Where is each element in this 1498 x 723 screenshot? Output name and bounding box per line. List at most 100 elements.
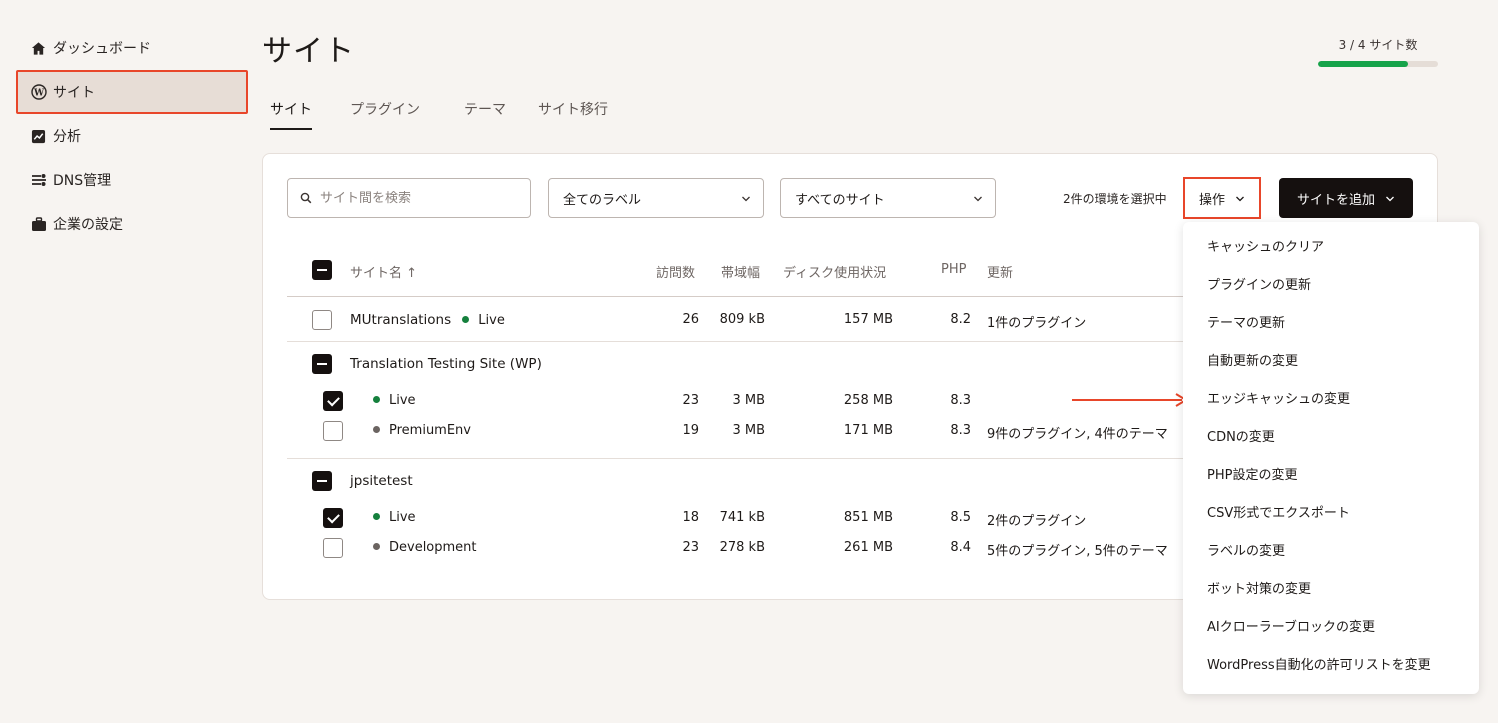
sidebar-item-label: サイト <box>53 85 95 101</box>
operations-menu: キャッシュのクリア プラグインの更新 テーマの更新 自動更新の変更 エッジキャッ… <box>1183 222 1479 694</box>
env-status-dot <box>373 426 380 433</box>
menu-item-change-cdn[interactable]: CDNの変更 <box>1183 419 1479 457</box>
disk-cell: 258 MB <box>843 393 893 408</box>
site-name[interactable]: Translation Testing Site (WP) <box>350 356 542 372</box>
php-cell: 8.2 <box>950 312 971 327</box>
visits-cell: 19 <box>682 423 699 438</box>
row-checkbox[interactable] <box>323 421 343 441</box>
wordpress-icon: W <box>30 84 47 101</box>
sidebar-item-label: 企業の設定 <box>53 217 123 233</box>
site-name[interactable]: jpsitetest <box>350 473 413 489</box>
menu-item-change-ai-crawler-block[interactable]: AIクローラーブロックの変更 <box>1183 609 1479 647</box>
updates-cell: 1件のプラグイン <box>987 316 1087 331</box>
select-all-checkbox[interactable] <box>312 260 332 280</box>
group-checkbox[interactable] <box>312 471 332 491</box>
sidebar: ダッシュボード W サイト 分析 DNS管理 企業の設定 <box>16 26 248 246</box>
tab-plugins[interactable]: プラグイン <box>350 98 420 130</box>
disk-cell: 157 MB <box>843 312 893 327</box>
menu-item-change-edge-cache[interactable]: エッジキャッシュの変更 <box>1183 381 1479 419</box>
disk-cell: 851 MB <box>843 510 893 525</box>
row-checkbox[interactable] <box>312 310 332 330</box>
search-box[interactable] <box>287 178 531 218</box>
add-site-button[interactable]: サイトを追加 <box>1279 178 1413 218</box>
row-checkbox[interactable] <box>323 538 343 558</box>
live-status-dot <box>373 513 380 520</box>
column-disk-usage[interactable]: ディスク使用状況 <box>783 262 886 281</box>
tab-themes[interactable]: テーマ <box>464 98 506 130</box>
disk-cell: 261 MB <box>843 540 893 555</box>
svg-text:W: W <box>32 89 44 99</box>
sidebar-item-dashboard[interactable]: ダッシュボード <box>16 26 248 70</box>
menu-item-change-labels[interactable]: ラベルの変更 <box>1183 533 1479 571</box>
labels-filter-select[interactable]: 全てのラベル <box>548 178 764 218</box>
group-checkbox[interactable] <box>312 354 332 374</box>
column-bandwidth[interactable]: 帯域幅 <box>721 262 760 281</box>
env-name-cell: Live <box>373 393 416 408</box>
column-updates[interactable]: 更新 <box>987 262 1013 281</box>
search-icon <box>300 189 312 208</box>
php-cell: 8.3 <box>950 423 971 438</box>
visits-cell: 23 <box>682 393 699 408</box>
visits-cell: 23 <box>682 540 699 555</box>
tab-site-migration[interactable]: サイト移行 <box>538 98 608 130</box>
env-status-dot <box>373 543 380 550</box>
search-input[interactable] <box>320 190 520 206</box>
updates-cell: 2件のプラグイン <box>987 514 1087 529</box>
sidebar-item-analytics[interactable]: 分析 <box>16 114 248 158</box>
updates-cell: 5件のプラグイン, 5件のテーマ <box>987 544 1168 559</box>
chevron-down-icon <box>741 191 751 206</box>
sidebar-item-label: DNS管理 <box>53 173 112 189</box>
row-checkbox[interactable] <box>323 508 343 528</box>
chevron-down-icon <box>973 191 983 206</box>
operations-button[interactable]: 操作 <box>1183 177 1261 219</box>
site-quota-label: 3 / 4 サイト数 <box>1338 38 1418 52</box>
visits-cell: 18 <box>682 510 699 525</box>
dns-icon <box>30 172 47 189</box>
sidebar-item-label: 分析 <box>53 129 81 145</box>
row-checkbox[interactable] <box>323 391 343 411</box>
menu-item-update-plugins[interactable]: プラグインの更新 <box>1183 267 1479 305</box>
menu-item-update-themes[interactable]: テーマの更新 <box>1183 305 1479 343</box>
site-quota-bar <box>1318 61 1438 67</box>
php-cell: 8.3 <box>950 393 971 408</box>
page-title: サイト <box>262 34 355 69</box>
env-name[interactable]: Development <box>389 540 477 555</box>
analytics-icon <box>30 128 47 145</box>
site-quota-fill <box>1318 61 1408 67</box>
column-site-name[interactable]: サイト名 ↑ <box>350 262 417 281</box>
env-name[interactable]: Live <box>389 393 416 408</box>
env-name-cell: PremiumEnv <box>373 423 471 438</box>
env-name-cell: Development <box>373 540 477 555</box>
sidebar-item-dns[interactable]: DNS管理 <box>16 158 248 202</box>
env-name[interactable]: Live <box>389 510 416 525</box>
site-quota: 3 / 4 サイト数 <box>1318 36 1438 67</box>
live-status-dot <box>462 316 470 323</box>
chevron-down-icon <box>1385 191 1395 206</box>
bandwidth-cell: 3 MB <box>732 423 765 438</box>
menu-item-change-php-settings[interactable]: PHP設定の変更 <box>1183 457 1479 495</box>
sites-filter-select[interactable]: すべてのサイト <box>780 178 996 218</box>
sidebar-item-sites[interactable]: W サイト <box>16 70 248 114</box>
tab-bar: サイト プラグイン テーマ サイト移行 <box>262 98 662 130</box>
home-icon <box>30 40 47 57</box>
env-name[interactable]: PremiumEnv <box>389 423 471 438</box>
column-php[interactable]: PHP <box>941 262 966 277</box>
bandwidth-cell: 3 MB <box>732 393 765 408</box>
menu-item-clear-cache[interactable]: キャッシュのクリア <box>1183 229 1479 267</box>
menu-item-change-wp-automation-allowlist[interactable]: WordPress自動化の許可リストを変更 <box>1183 647 1479 685</box>
column-visits[interactable]: 訪問数 <box>656 262 695 281</box>
visits-cell: 26 <box>682 312 699 327</box>
updates-cell: 9件のプラグイン, 4件のテーマ <box>987 427 1168 442</box>
php-cell: 8.5 <box>950 510 971 525</box>
selection-count: 2件の環境を選択中 <box>1063 192 1167 206</box>
bandwidth-cell: 809 kB <box>719 312 765 327</box>
chevron-down-icon <box>1235 191 1245 206</box>
site-name[interactable]: MUtranslations <box>350 312 451 328</box>
menu-item-export-csv[interactable]: CSV形式でエクスポート <box>1183 495 1479 533</box>
menu-item-change-bot-protection[interactable]: ボット対策の変更 <box>1183 571 1479 609</box>
menu-item-change-auto-updates[interactable]: 自動更新の変更 <box>1183 343 1479 381</box>
tab-sites[interactable]: サイト <box>270 98 312 130</box>
sidebar-item-company-settings[interactable]: 企業の設定 <box>16 202 248 246</box>
annotation-arrow-icon <box>1072 393 1188 407</box>
operations-button-label: 操作 <box>1198 192 1225 208</box>
